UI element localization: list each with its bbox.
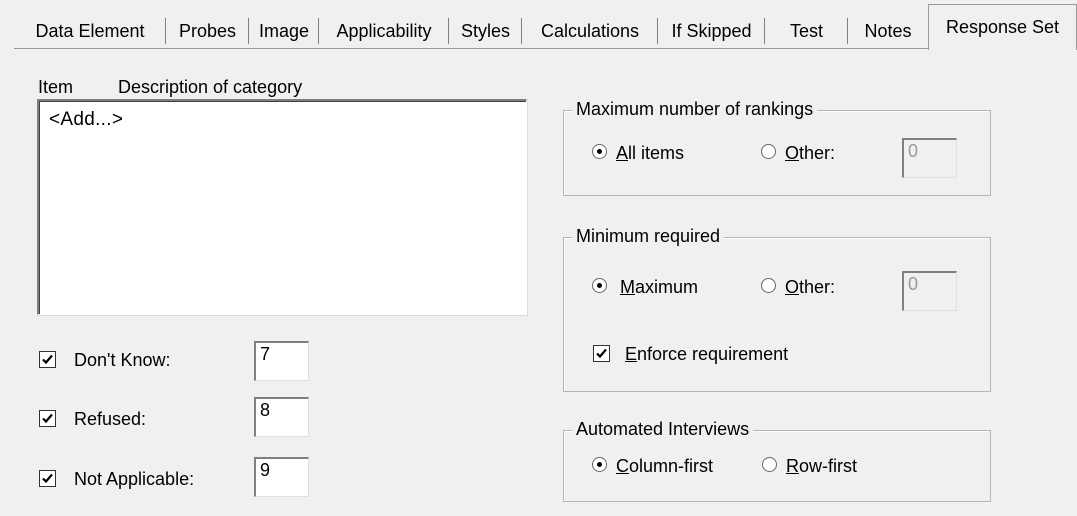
refused-checkbox[interactable]	[39, 410, 56, 427]
tab-label: Image	[258, 21, 310, 41]
tab-calculations[interactable]: Calculations	[522, 15, 658, 48]
tab-strip: Data Element Probes Image Applicability …	[0, 0, 1077, 50]
checkmark-icon	[42, 473, 53, 484]
min-maximum-radio[interactable]	[592, 278, 607, 293]
refused-label: Refused:	[74, 409, 147, 429]
tab-response-set[interactable]: Response Set	[928, 4, 1077, 50]
tab-label: Notes	[864, 21, 912, 41]
tab-image[interactable]: Image	[249, 15, 319, 48]
column-first-label[interactable]: Column-first	[616, 456, 713, 477]
all-items-label[interactable]: All items	[616, 143, 684, 164]
list-item-add[interactable]: <Add...>	[49, 109, 123, 131]
min-other-label[interactable]: Other:	[785, 277, 835, 298]
tab-label: Probes	[178, 21, 237, 41]
row-first-label[interactable]: Row-first	[786, 456, 857, 477]
tab-baseline	[14, 48, 1077, 49]
max-rankings-group: Maximum number of rankings All items Oth…	[563, 99, 991, 196]
max-other-label[interactable]: Other:	[785, 143, 835, 164]
checkmark-icon	[596, 348, 607, 359]
tab-label: Response Set	[945, 17, 1060, 37]
tab-label: Applicability	[336, 21, 432, 41]
tab-label: Styles	[460, 21, 511, 41]
radio-selected-dot	[597, 462, 602, 467]
tab-data-element[interactable]: Data Element	[14, 15, 166, 48]
not-applicable-code-input[interactable]: 9	[254, 457, 309, 497]
max-rankings-legend: Maximum number of rankings	[572, 99, 818, 120]
radio-selected-dot	[597, 149, 602, 154]
enforce-requirement-label[interactable]: Enforce requirement	[625, 344, 788, 365]
min-required-group: Minimum required Maximum Other: 0 Enforc…	[563, 226, 991, 392]
tab-label: If Skipped	[671, 21, 752, 41]
tab-test[interactable]: Test	[765, 15, 848, 48]
min-maximum-label[interactable]: Maximum	[620, 277, 698, 298]
checkmark-icon	[42, 413, 53, 424]
max-other-input[interactable]: 0	[902, 138, 957, 178]
min-other-input[interactable]: 0	[902, 271, 957, 311]
automated-interviews-group: Automated Interviews Column-first Row-fi…	[563, 419, 991, 502]
max-other-radio[interactable]	[761, 144, 776, 159]
tab-probes[interactable]: Probes	[166, 15, 249, 48]
tab-notes[interactable]: Notes	[848, 15, 928, 48]
not-applicable-checkbox[interactable]	[39, 470, 56, 487]
radio-selected-dot	[597, 283, 602, 288]
min-other-radio[interactable]	[761, 278, 776, 293]
tab-styles[interactable]: Styles	[449, 15, 522, 48]
checkmark-icon	[42, 354, 53, 365]
min-required-legend: Minimum required	[572, 226, 725, 247]
tab-label: Data Element	[35, 21, 145, 41]
column-header-description: Description of category	[118, 77, 303, 97]
tab-applicability[interactable]: Applicability	[319, 15, 449, 48]
response-list[interactable]: <Add...>	[37, 99, 527, 315]
tab-label: Test	[789, 21, 823, 41]
tab-if-skipped[interactable]: If Skipped	[658, 15, 765, 48]
dont-know-code-input[interactable]: 7	[254, 341, 309, 381]
automated-interviews-legend: Automated Interviews	[572, 419, 754, 440]
dont-know-label: Don't Know:	[74, 350, 171, 370]
column-first-radio[interactable]	[592, 457, 607, 472]
refused-code-input[interactable]: 8	[254, 397, 309, 437]
enforce-requirement-checkbox[interactable]	[593, 345, 610, 362]
all-items-radio[interactable]	[592, 144, 607, 159]
column-header-item: Item	[38, 77, 74, 97]
not-applicable-label: Not Applicable:	[74, 469, 195, 489]
dont-know-checkbox[interactable]	[39, 351, 56, 368]
row-first-radio[interactable]	[762, 457, 777, 472]
tab-label: Calculations	[540, 21, 640, 41]
